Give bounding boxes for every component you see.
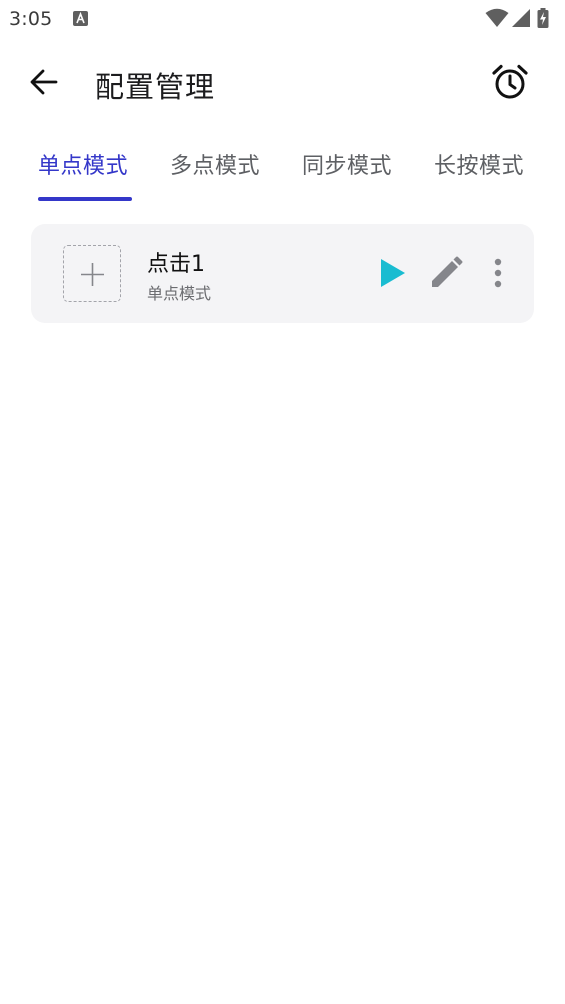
add-icon bbox=[81, 263, 104, 286]
more-options-button[interactable] bbox=[486, 253, 510, 293]
status-bar: 3:05 bbox=[0, 0, 565, 38]
text-a-icon bbox=[73, 11, 88, 26]
edit-icon bbox=[432, 256, 463, 287]
alarm-clock-icon bbox=[492, 64, 528, 99]
mode-tabs: 单点模式 多点模式 同步模式 长按模式 bbox=[0, 138, 565, 204]
status-icons bbox=[485, 8, 555, 28]
back-button[interactable] bbox=[22, 60, 66, 104]
status-time: 3:05 bbox=[9, 8, 53, 30]
wifi-icon bbox=[485, 8, 509, 27]
config-card[interactable]: 点击1 单点模式 bbox=[31, 224, 534, 323]
cell-signal-icon bbox=[512, 9, 530, 27]
tab-multi-point[interactable]: 多点模式 bbox=[170, 148, 260, 196]
config-thumbnail[interactable] bbox=[63, 245, 121, 302]
page-title: 配置管理 bbox=[95, 70, 216, 104]
tab-long-press[interactable]: 长按模式 bbox=[434, 148, 524, 196]
alarm-button[interactable] bbox=[486, 60, 534, 104]
arrow-back-icon bbox=[30, 69, 58, 95]
tab-indicator bbox=[38, 197, 132, 201]
config-title: 点击1 bbox=[147, 252, 205, 277]
more-vert-icon bbox=[494, 258, 502, 288]
edit-button[interactable] bbox=[426, 253, 466, 293]
play-icon bbox=[381, 259, 405, 287]
tab-sync[interactable]: 同步模式 bbox=[302, 148, 392, 196]
tab-single-point[interactable]: 单点模式 bbox=[38, 148, 128, 196]
config-subtitle: 单点模式 bbox=[147, 284, 212, 303]
battery-charging-icon bbox=[537, 8, 549, 28]
app-bar: 配置管理 bbox=[0, 38, 565, 126]
play-button[interactable] bbox=[373, 253, 413, 293]
